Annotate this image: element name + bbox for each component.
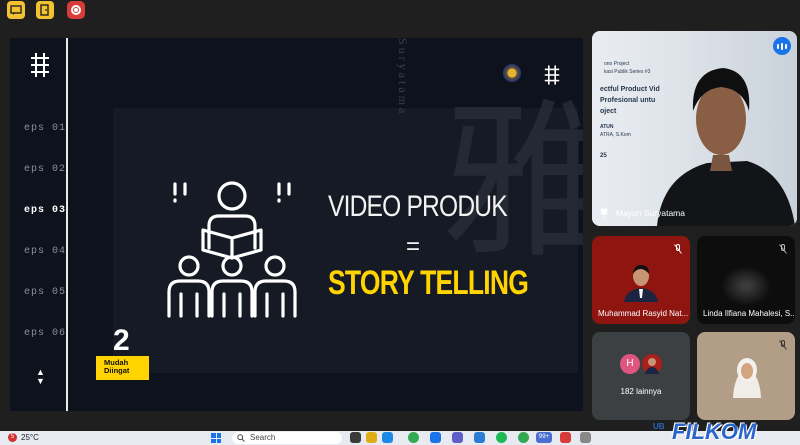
point-badge: Mudah Diingat	[96, 356, 149, 380]
search-icon	[237, 434, 245, 442]
participant-video	[624, 265, 658, 302]
edge-icon[interactable]	[382, 432, 393, 443]
teams-icon[interactable]	[452, 432, 463, 443]
participant-avatar: H	[620, 354, 640, 374]
mic-muted-icon	[779, 244, 787, 254]
episode-item: eps 02	[24, 164, 67, 175]
app-icon-2[interactable]	[560, 432, 571, 443]
slide-title-line1: VIDEO PRODUK	[328, 190, 508, 223]
poster-text: ATUN	[600, 124, 614, 130]
filkom-watermark-logo: FILKOM	[672, 419, 757, 444]
episode-item: eps 05	[24, 287, 67, 298]
temperature: 25°C	[21, 433, 39, 442]
slide-title-line2: STORY TELLING	[328, 264, 529, 302]
point-number: 2	[113, 324, 130, 357]
spotify-icon[interactable]	[496, 432, 507, 443]
task-view-icon[interactable]	[350, 432, 361, 443]
participant-tile[interactable]: Muhammad Rasyid Nat...	[592, 236, 690, 324]
notification-badge[interactable]: 99+	[536, 432, 552, 443]
mic-muted-icon	[674, 244, 682, 254]
badge-line2: Diingat	[104, 366, 130, 375]
ub-logo: UB	[653, 422, 665, 431]
door-button[interactable]	[36, 1, 54, 19]
poster-text: oject	[600, 108, 617, 115]
poster-text: ono Project	[604, 61, 630, 67]
windows-start-icon[interactable]	[211, 433, 221, 443]
comment-button[interactable]	[7, 1, 25, 19]
episode-nav-arrows-icon: ▲ ▼	[36, 367, 45, 386]
file-explorer-icon[interactable]	[366, 432, 377, 443]
episode-item: eps 06	[24, 328, 67, 339]
participant-name: Muhammad Rasyid Nat...	[598, 309, 689, 318]
speaking-indicator-icon	[773, 37, 791, 55]
participant-tile[interactable]: Linda Ilfiana Mahalesi, S...	[697, 236, 795, 324]
app-icon-3[interactable]	[580, 432, 591, 443]
chrome-icon[interactable]	[408, 432, 419, 443]
weather-widget[interactable]: 5 25°C	[8, 433, 39, 442]
brand-logo-small-icon	[544, 65, 560, 85]
sidebar-divider	[66, 38, 68, 411]
poster-text: 25	[600, 153, 607, 159]
mic-muted-icon	[779, 340, 787, 350]
record-icon	[71, 5, 81, 15]
participant-name: Linda Ilfiana Mahalesi, S...	[703, 309, 795, 318]
speaker-video	[657, 68, 795, 226]
app-icon[interactable]	[430, 432, 441, 443]
word-icon[interactable]	[474, 432, 485, 443]
participant-avatar-photo	[642, 354, 662, 374]
weather-badge: 5	[8, 433, 17, 442]
episode-item: eps 04	[24, 246, 67, 257]
poster-text: ATRA, S.Kom	[600, 132, 631, 138]
brand-logo-icon	[31, 53, 49, 77]
kanji-watermark: 雅	[442, 84, 583, 282]
participant-video	[733, 358, 761, 398]
participant-tile[interactable]	[697, 332, 795, 420]
more-participants-tile[interactable]: H 182 lainnya	[592, 332, 690, 420]
storytelling-group-icon	[167, 181, 297, 318]
episode-sidebar: eps 01 eps 02 eps 03 eps 04 eps 05 eps 0…	[10, 38, 66, 411]
chrome-icon-2[interactable]	[518, 432, 529, 443]
episode-item: eps 01	[24, 123, 67, 134]
chat-icon	[10, 5, 22, 15]
episode-item-active: eps 03	[24, 205, 67, 216]
taskbar-search[interactable]: Search	[232, 432, 342, 444]
slide-equals-sign: =	[406, 233, 421, 260]
participant-video	[721, 266, 771, 306]
speaker-video-tile[interactable]: ono Project kasi Publik Series #3 ectful…	[592, 31, 797, 226]
top-toolbar	[0, 0, 800, 22]
presentation-screen: Suryatama 雅 eps 01 eps 02 eps 03 eps 04 …	[10, 38, 583, 411]
university-seal-icon	[503, 64, 521, 82]
more-participants-label: 182 lainnya	[620, 387, 662, 396]
vertical-watermark: Suryatama	[396, 38, 410, 117]
exit-icon	[40, 4, 49, 16]
record-button[interactable]	[67, 1, 85, 19]
speaker-name: Mayun Suryatama	[616, 208, 685, 218]
pin-icon	[600, 208, 608, 218]
search-placeholder: Search	[250, 433, 276, 442]
